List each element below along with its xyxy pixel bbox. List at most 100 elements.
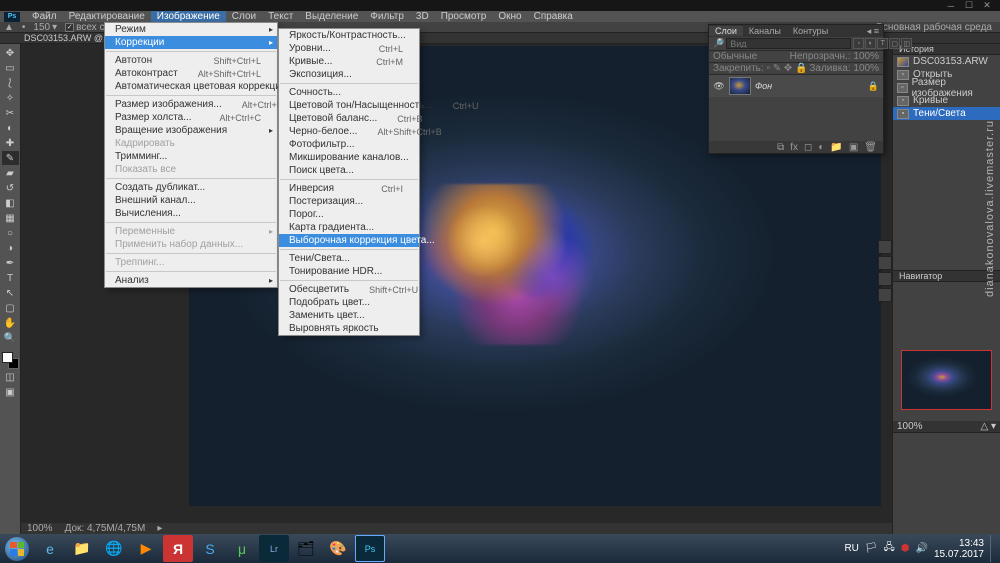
close-button[interactable]: ✕ [978, 1, 996, 10]
link-layers-icon[interactable]: ⧉ [777, 142, 784, 153]
menu-item[interactable]: Выровнять яркость [279, 322, 419, 335]
path-select-tool[interactable]: ↖ [2, 286, 19, 300]
tray-volume-icon[interactable]: 🔊 [915, 543, 927, 554]
delete-layer-icon[interactable]: 🗑 [864, 142, 877, 153]
foreground-color-swatch[interactable] [2, 352, 13, 363]
menu-просмотр[interactable]: Просмотр [435, 11, 493, 22]
menu-item[interactable]: АвтотонShift+Ctrl+L [105, 54, 277, 67]
tray-security-icon[interactable]: ⬢ [901, 543, 910, 554]
screen-mode-icon[interactable]: ▣ [2, 385, 19, 399]
menu-item[interactable]: Внешний канал... [105, 194, 277, 207]
marquee-tool[interactable]: ▭ [2, 61, 19, 75]
filter-adjust-icon[interactable]: ◐ [865, 38, 876, 49]
layer-filter-input[interactable] [726, 38, 851, 49]
brush-tool[interactable]: ✎ [2, 151, 19, 165]
lasso-tool[interactable]: ⟅ [2, 76, 19, 90]
taskbar-lightroom[interactable]: Lr [259, 535, 289, 562]
menu-выделение[interactable]: Выделение [299, 11, 364, 22]
menu-item[interactable]: Микширование каналов... [279, 151, 419, 164]
menu-item[interactable]: Цветовой тон/Насыщенность...Ctrl+U [279, 99, 419, 112]
tab-paths[interactable]: Контуры [787, 26, 834, 36]
taskbar-yandex[interactable]: Я [163, 535, 193, 562]
workspace-switcher[interactable]: Основная рабочая среда [875, 22, 1000, 33]
move-tool[interactable]: ✥ [2, 46, 19, 60]
menu-item[interactable]: Поиск цвета... [279, 164, 419, 177]
dock-tab-4[interactable] [878, 288, 892, 302]
menu-item[interactable]: Вращение изображения [105, 124, 277, 137]
filter-shape-icon[interactable]: ▢ [889, 38, 900, 49]
filter-icon[interactable]: 🔎 [713, 38, 724, 49]
menu-слои[interactable]: Слои [226, 11, 262, 22]
size-field[interactable]: 150 [33, 22, 50, 33]
menu-item[interactable]: Размер изображения...Alt+Ctrl+I [105, 98, 277, 111]
zoom-readout[interactable]: 100% [27, 523, 53, 534]
layer-row-background[interactable]: 👁 Фон 🔒 [709, 75, 883, 97]
menu-item[interactable]: Карта градиента... [279, 221, 419, 234]
adjustment-layer-icon[interactable]: ◐ [818, 142, 824, 153]
quick-mask-icon[interactable]: ◫ [2, 370, 19, 384]
layer-name[interactable]: Фон [755, 81, 864, 91]
menu-item[interactable]: Автоматическая цветовая коррекцияShift+C… [105, 80, 277, 93]
minimize-button[interactable]: ─ [942, 1, 960, 10]
start-button[interactable] [0, 534, 34, 563]
tab-layers[interactable]: Слои [709, 26, 743, 36]
opacity-value[interactable]: 100% [853, 51, 879, 62]
hand-tool[interactable]: ✋ [2, 316, 19, 330]
dodge-tool[interactable]: ◑ [2, 241, 19, 255]
menu-item[interactable]: Порог... [279, 208, 419, 221]
tray-network-icon[interactable]: 🖧 [884, 540, 895, 557]
clone-stamp-tool[interactable]: ▰ [2, 166, 19, 180]
menu-изображение[interactable]: Изображение [151, 11, 226, 22]
history-step[interactable]: ▫Размер изображения [893, 81, 1000, 94]
visibility-icon[interactable]: 👁 [713, 81, 725, 92]
menu-item[interactable]: Постеризация... [279, 195, 419, 208]
type-tool[interactable]: T [2, 271, 19, 285]
taskbar-app1[interactable]: 🗂 [291, 535, 321, 562]
taskbar-utorrent[interactable]: μ [227, 535, 257, 562]
menu-item[interactable]: АвтоконтрастAlt+Shift+Ctrl+L [105, 67, 277, 80]
menu-item[interactable]: Яркость/Контрастность... [279, 29, 419, 42]
zoom-options-icon[interactable]: △ ▾ [981, 421, 997, 432]
menu-item[interactable]: Режим [105, 23, 277, 36]
blur-tool[interactable]: ○ [2, 226, 19, 240]
menu-редактирование[interactable]: Редактирование [63, 11, 151, 22]
crop-tool[interactable]: ✂ [2, 106, 19, 120]
menu-текст[interactable]: Текст [262, 11, 299, 22]
menu-item[interactable]: Тримминг... [105, 150, 277, 163]
history-brush-tool[interactable]: ↺ [2, 181, 19, 195]
menu-item[interactable]: Коррекции [105, 36, 277, 49]
menu-item[interactable]: Заменить цвет... [279, 309, 419, 322]
tray-clock[interactable]: 13:43 15.07.2017 [934, 538, 984, 560]
dock-tab-3[interactable] [878, 272, 892, 286]
history-step[interactable]: ▫Тени/Света [893, 107, 1000, 120]
layer-mask-icon[interactable]: ◻ [804, 142, 812, 153]
group-icon[interactable]: 📁 [830, 142, 842, 153]
tool-preset-icon[interactable]: ▲ [4, 22, 14, 33]
show-desktop-button[interactable] [990, 535, 996, 562]
filter-type-icon[interactable]: T [877, 38, 888, 49]
taskbar-explorer[interactable]: 📁 [67, 535, 97, 562]
menu-item[interactable]: Создать дубликат... [105, 181, 277, 194]
menu-item[interactable]: Выборочная коррекция цвета... [279, 234, 419, 247]
history-document[interactable]: DSC03153.ARW [893, 55, 1000, 68]
taskbar-chrome[interactable]: 🌐 [99, 535, 129, 562]
maximize-button[interactable]: ☐ [960, 1, 978, 10]
eyedropper-tool[interactable]: ◐ [2, 121, 19, 135]
taskbar-photoshop[interactable]: Ps [355, 535, 385, 562]
menu-item[interactable]: Вычисления... [105, 207, 277, 220]
menu-справка[interactable]: Справка [528, 11, 579, 22]
menu-item[interactable]: Цветовой баланс...Ctrl+B [279, 112, 419, 125]
menu-item[interactable]: Черно-белое...Alt+Shift+Ctrl+B [279, 125, 419, 138]
blend-mode-select[interactable]: Обычные [713, 51, 757, 62]
menu-item[interactable]: Фотофильтр... [279, 138, 419, 151]
dock-tab-2[interactable] [878, 256, 892, 270]
menu-item[interactable]: Размер холста...Alt+Ctrl+C [105, 111, 277, 124]
menu-item[interactable]: Тонирование HDR... [279, 265, 419, 278]
tab-channels[interactable]: Каналы [743, 26, 787, 36]
menu-фильтр[interactable]: Фильтр [364, 11, 410, 22]
filter-smart-icon[interactable]: ◫ [901, 38, 912, 49]
gradient-tool[interactable]: ▦ [2, 211, 19, 225]
eraser-tool[interactable]: ◧ [2, 196, 19, 210]
zoom-tool[interactable]: 🔍 [2, 331, 19, 345]
tray-flag-icon[interactable]: 🏳 [865, 543, 878, 554]
